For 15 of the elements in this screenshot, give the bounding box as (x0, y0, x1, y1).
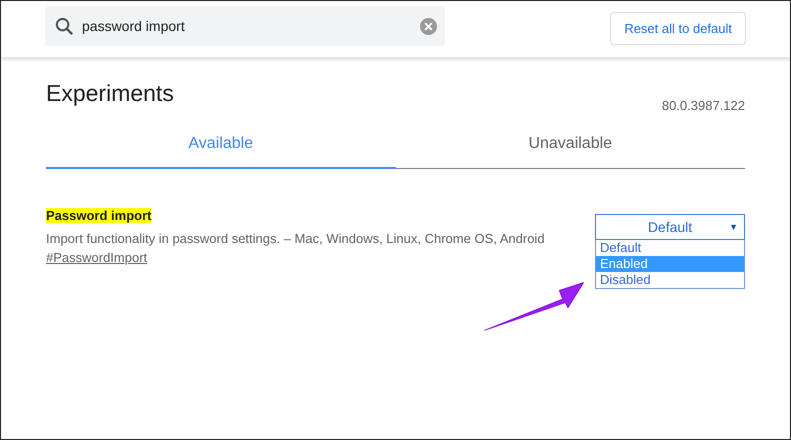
dropdown-option[interactable]: Default (596, 240, 744, 256)
tab[interactable]: Unavailable (396, 135, 745, 169)
search-field[interactable]: password import (45, 6, 445, 46)
reset-all-button[interactable]: Reset all to default (610, 12, 746, 44)
dropdown-option[interactable]: Disabled (596, 272, 744, 288)
page-title: Experiments (46, 80, 174, 107)
search-icon (55, 16, 74, 36)
tab[interactable]: Available (46, 135, 396, 169)
caret-icon: ▼ (729, 222, 738, 232)
experiment-description: Import functionality in password settings. – Mac, Windows, Linux, Chrome OS, Android (46, 231, 545, 246)
experiment-link[interactable]: #PasswordImport (46, 250, 148, 265)
state-dropdown[interactable]: Default ▼ (595, 214, 745, 240)
version-number: 80.0.3987.122 (662, 98, 745, 113)
search-query[interactable]: password import (82, 18, 420, 34)
clear-icon[interactable] (420, 18, 437, 34)
